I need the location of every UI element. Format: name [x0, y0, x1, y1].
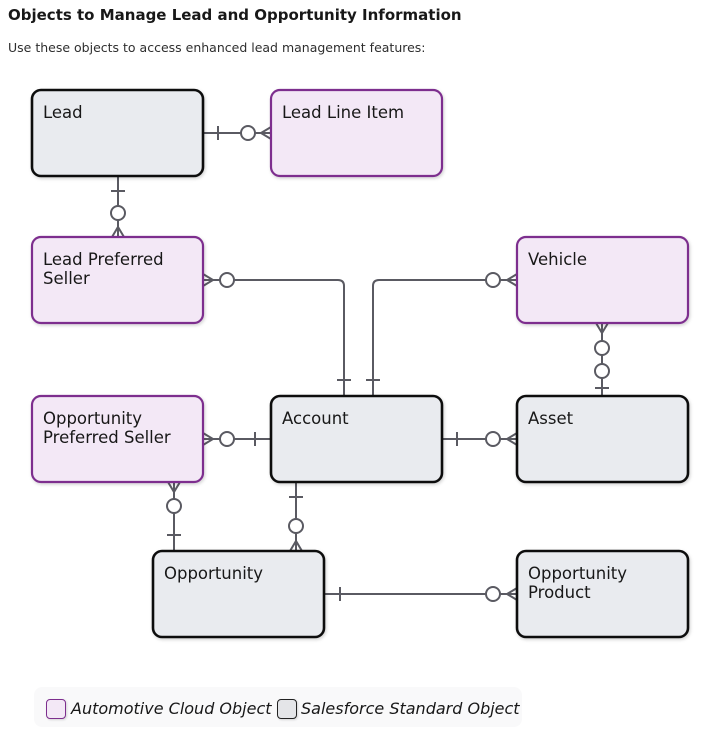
entity-label-vehicle: Vehicle: [528, 250, 588, 269]
crows-foot-icon: [111, 223, 125, 238]
automotive-swatch-icon: [46, 699, 66, 719]
crows-foot-icon: [289, 537, 303, 552]
entity-label-account: Account: [282, 409, 349, 428]
zero-marker-icon: [485, 431, 501, 447]
entity-label-opportunity-preferred-seller: Opportunity Preferred Seller: [43, 409, 171, 447]
legend-automotive-label: Automotive Cloud Object: [71, 699, 272, 718]
entity-label-opportunity: Opportunity: [164, 564, 264, 583]
zero-marker-icon: [166, 498, 182, 514]
standard-swatch-icon: [277, 699, 297, 719]
entity-label-lead-preferred-seller: Lead Preferred Seller: [43, 250, 164, 288]
zero-marker-icon: [110, 205, 126, 221]
zero-marker-icon: [219, 272, 235, 288]
legend-standard-label: Salesforce Standard Object: [301, 699, 520, 718]
zero-marker-icon: [288, 518, 304, 534]
connectors: [110, 125, 610, 602]
entity-label-lead-line-item: Lead Line Item: [282, 103, 405, 122]
entity-label-opportunity-product: Opportunity Product: [528, 564, 628, 602]
crows-foot-icon: [503, 587, 518, 601]
connector-line: [234, 279, 345, 396]
entity-label-lead: Lead: [43, 103, 83, 122]
entity-label-asset: Asset: [528, 409, 574, 428]
zero-marker-icon: [485, 272, 501, 288]
connector-line: [372, 279, 486, 396]
crows-foot-icon: [503, 432, 518, 446]
zero-marker-icon: [219, 431, 235, 447]
zero-marker-icon: [594, 340, 610, 356]
entity-boxes: [30, 88, 690, 639]
zero-marker-icon: [485, 586, 501, 602]
zero-marker-icon: [594, 363, 610, 379]
crows-foot-icon: [503, 273, 518, 287]
legend: Automotive Cloud Object Salesforce Stand…: [34, 687, 522, 727]
zero-marker-icon: [240, 125, 256, 141]
